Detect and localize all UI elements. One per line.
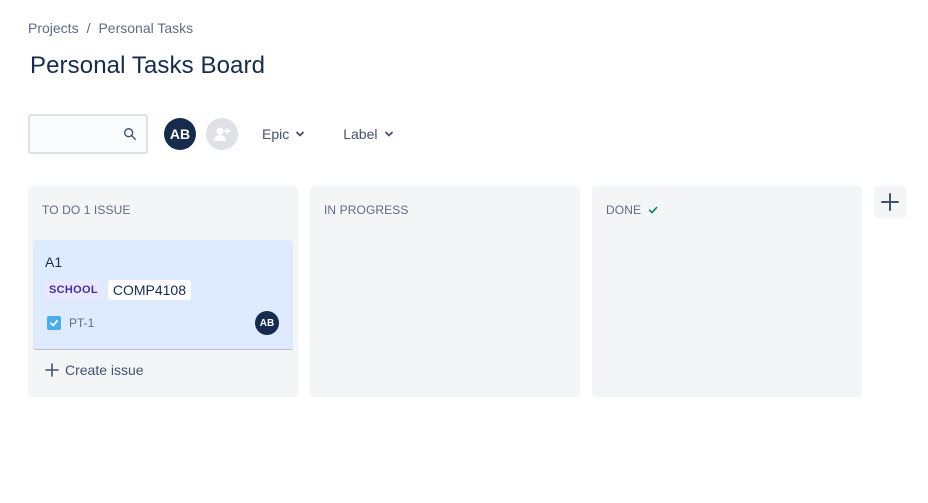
create-issue-button[interactable]: Create issue — [45, 362, 144, 378]
card-title: A1 — [45, 254, 63, 270]
check-icon — [50, 319, 59, 327]
plus-icon — [45, 363, 59, 377]
breadcrumb-personal-tasks[interactable]: Personal Tasks — [98, 20, 193, 36]
column-done: DONE — [592, 186, 862, 397]
issue-key[interactable]: PT-1 — [69, 316, 94, 330]
card-labels: SCHOOL COMP4108 — [45, 280, 192, 300]
breadcrumb-separator: / — [86, 20, 91, 36]
add-people-button[interactable] — [206, 118, 238, 150]
search-icon — [124, 128, 136, 140]
board-toolbar: AB Epic Label — [28, 114, 402, 154]
column-title: DONE — [606, 203, 642, 217]
epic-filter-dropdown[interactable]: Epic — [254, 118, 313, 150]
column-header: IN PROGRESS — [324, 203, 408, 217]
chevron-down-icon — [296, 131, 305, 137]
done-check-icon — [648, 206, 658, 214]
label-filter-label: Label — [343, 126, 378, 142]
chevron-down-icon — [384, 131, 393, 137]
column-title: TO DO 1 ISSUE — [42, 203, 131, 217]
assignee-avatar: AB — [255, 311, 279, 335]
search-box[interactable] — [28, 114, 148, 154]
page-title: Personal Tasks Board — [30, 52, 266, 79]
column-title: IN PROGRESS — [324, 203, 409, 217]
create-issue-label: Create issue — [65, 362, 144, 378]
card-footer: PT-1 — [47, 316, 94, 330]
label-filter-dropdown[interactable]: Label — [335, 118, 401, 150]
column-in-progress: IN PROGRESS — [310, 186, 580, 397]
column-header: DONE — [606, 203, 659, 217]
add-column-button[interactable] — [874, 186, 906, 218]
epic-filter-label: Epic — [262, 126, 290, 142]
breadcrumb-projects[interactable]: Projects — [28, 20, 79, 36]
task-type-icon — [47, 316, 61, 330]
issue-label: COMP4108 — [107, 280, 192, 300]
column-todo: TO DO 1 ISSUE A1 SCHOOL COMP4108 PT-1 AB… — [28, 186, 298, 397]
breadcrumb: Projects / Personal Tasks — [28, 20, 193, 36]
plus-icon — [881, 193, 899, 211]
issue-card[interactable]: A1 SCHOOL COMP4108 PT-1 AB — [33, 240, 293, 349]
column-header: TO DO 1 ISSUE — [42, 203, 130, 217]
epic-label: SCHOOL — [45, 281, 102, 299]
avatar[interactable]: AB — [164, 118, 196, 150]
add-person-icon — [214, 127, 231, 141]
